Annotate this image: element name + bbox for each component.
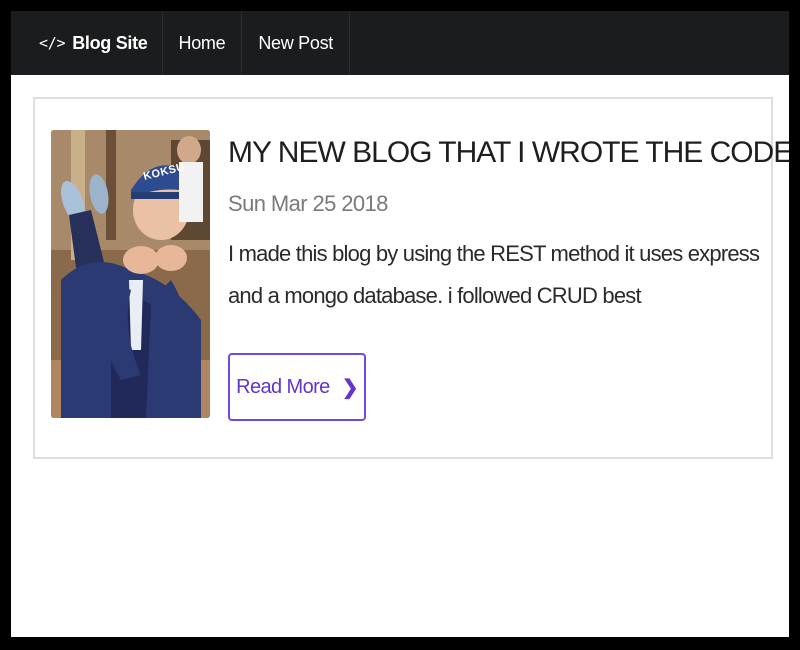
post-date: Sun Mar 25 2018 [228,191,388,216]
post-image: KOKSU [51,130,210,418]
brand-label: Blog Site [72,32,148,53]
top-navbar: </> Blog Site Home New Post [11,11,789,75]
chevron-right-icon: ❯ [341,376,359,399]
post-description: I made this blog by using the REST metho… [228,241,760,308]
nav-item-home[interactable]: Home [163,11,243,75]
read-more-label: Read More [236,375,330,398]
brand-link[interactable]: </> Blog Site [11,11,163,75]
nav-item-label: New Post [258,32,333,53]
nav-item-new-post[interactable]: New Post [242,11,350,75]
post-image-illustration [51,130,210,418]
post-title[interactable]: MY NEW BLOG THAT I WROTE THE CODE FOR! [228,133,789,173]
read-more-button[interactable]: Read More ❯ [228,353,366,421]
code-icon: </> [39,34,66,52]
browser-viewport: </> Blog Site Home New Post KOKSU MY NEW… [11,11,789,637]
nav-item-label: Home [178,32,226,53]
post-content: MY NEW BLOG THAT I WROTE THE CODE FOR! S… [228,133,789,317]
blog-post-card: KOKSU MY NEW BLOG THAT I WROTE THE CODE … [33,97,789,459]
